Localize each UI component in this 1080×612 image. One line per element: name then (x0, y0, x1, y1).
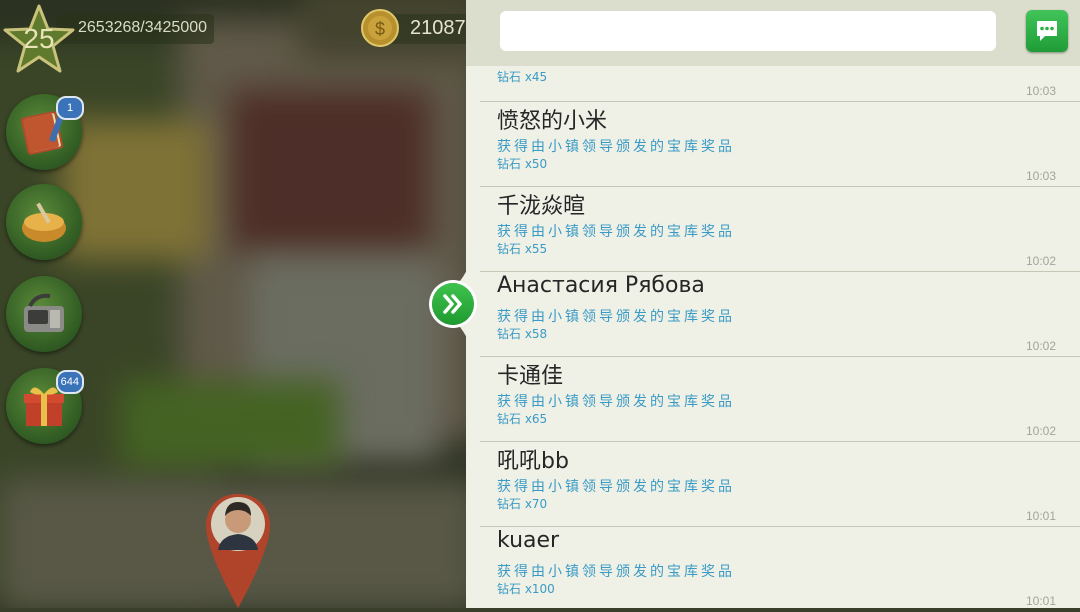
message-text: 获得由小镇领导颁发的宝库奖品 (497, 309, 735, 325)
xp-text: 2653268/3425000 (78, 19, 208, 36)
message-sender: 千泷焱暄 (497, 194, 586, 219)
message-reward: 钻石 x65 (497, 412, 548, 426)
message-item[interactable]: 愤怒的小米 获得由小镇领导颁发的宝库奖品 钻石 x50 10:03 (466, 102, 1080, 187)
send-message-button[interactable] (1026, 10, 1068, 52)
message-reward: 钻石 x58 (497, 327, 548, 341)
xp-bar: 2653268/3425000 (56, 14, 214, 44)
message-text: 获得由小镇领导颁发的宝库奖品 (497, 479, 735, 495)
message-item-partial: 钻石 x45 10:03 (466, 66, 1080, 102)
message-time: 10:02 (1025, 424, 1056, 438)
message-time: 10:03 (1025, 169, 1056, 183)
message-text: 获得由小镇领导颁发的宝库奖品 (497, 394, 735, 410)
message-reward: 钻石 x45 (497, 70, 548, 84)
double-chevron-right-icon (443, 294, 462, 314)
coin-count: 21087 (410, 17, 466, 39)
message-time: 10:02 (1025, 254, 1056, 268)
message-list[interactable]: 钻石 x45 10:03 愤怒的小米 获得由小镇领导颁发的宝库奖品 钻石 x50… (466, 66, 1080, 608)
message-time: 10:02 (1025, 339, 1056, 353)
message-item[interactable]: 卡通佳 获得由小镇领导颁发的宝库奖品 钻石 x65 10:02 (466, 357, 1080, 442)
coin-icon: $ (360, 8, 400, 48)
gift-badge: 644 (55, 370, 84, 394)
message-reward: 钻石 x55 (497, 242, 548, 256)
message-time: 10:01 (1025, 594, 1056, 608)
message-text: 获得由小镇领导颁发的宝库奖品 (497, 564, 735, 580)
message-item[interactable]: 吼吼bb 获得由小镇领导颁发的宝库奖品 钻石 x70 10:01 (466, 442, 1080, 527)
message-item[interactable]: Анастасия Рябова 获得由小镇领导颁发的宝库奖品 钻石 x58 1… (466, 272, 1080, 357)
message-text: 获得由小镇领导颁发的宝库奖品 (497, 224, 735, 240)
message-text: 获得由小镇领导颁发的宝库奖品 (497, 139, 735, 155)
bowl-icon (22, 202, 66, 242)
message-reward: 钻石 x100 (497, 582, 555, 596)
message-sender: 卡通佳 (497, 364, 564, 389)
phone-button[interactable] (6, 276, 82, 352)
collapse-panel-button[interactable] (432, 283, 474, 325)
message-time: 10:03 (1025, 84, 1056, 98)
svg-text:$: $ (375, 19, 385, 39)
chat-bubble-icon (1037, 21, 1057, 41)
message-reward: 钻石 x50 (497, 157, 548, 171)
message-item[interactable]: 千泷焱暄 获得由小镇领导颁发的宝库奖品 钻石 x55 10:02 (466, 187, 1080, 272)
chat-panel: 钻石 x45 10:03 愤怒的小米 获得由小镇领导颁发的宝库奖品 钻石 x50… (466, 0, 1080, 608)
message-sender: 愤怒的小米 (497, 109, 608, 134)
gift-button[interactable]: 644 (6, 368, 84, 444)
message-time: 10:01 (1025, 509, 1056, 523)
message-reward: 钻石 x70 (497, 497, 548, 511)
message-item[interactable]: kuaer 获得由小镇领导颁发的宝库奖品 钻石 x100 10:01 (466, 527, 1080, 608)
bowl-button[interactable] (6, 184, 82, 260)
book-button[interactable]: 1 (6, 94, 84, 170)
level-badge[interactable]: 25 (2, 3, 76, 75)
phone-icon (24, 293, 64, 332)
message-sender: Анастасия Рябова (497, 273, 705, 298)
chat-header (466, 0, 1080, 66)
book-badge: 1 (56, 96, 84, 120)
level-number: 25 (23, 23, 55, 54)
message-sender: 吼吼bb (497, 449, 569, 474)
player-map-pin[interactable] (204, 492, 272, 608)
chat-input[interactable] (500, 11, 996, 51)
message-sender: kuaer (497, 528, 560, 553)
